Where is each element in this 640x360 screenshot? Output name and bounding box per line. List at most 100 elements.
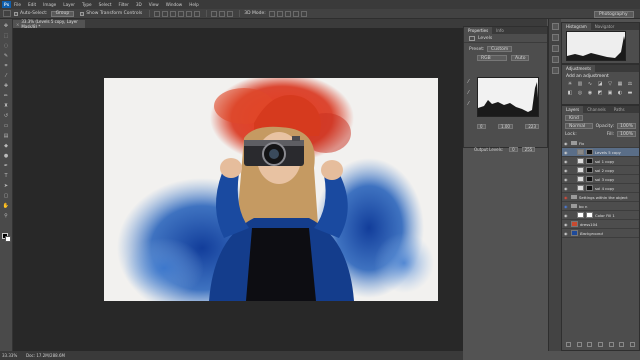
dodge-tool-icon[interactable]: ● (3, 152, 10, 159)
3d-slide-icon[interactable] (292, 10, 299, 17)
visibility-icon[interactable]: ◉ (564, 231, 569, 236)
layer-style-icon[interactable] (576, 342, 582, 347)
crop-tool-icon[interactable]: ⌗ (3, 62, 10, 69)
history-panel-icon[interactable] (551, 23, 559, 30)
menu-help[interactable]: Help (189, 2, 199, 7)
clone-stamp-tool-icon[interactable]: ♜ (3, 102, 10, 109)
zoom-level[interactable]: 33.33% (2, 353, 20, 358)
input-black-field[interactable]: 0 (477, 124, 486, 129)
opacity-field[interactable]: 100% (617, 123, 636, 129)
align-center-icon[interactable] (186, 10, 193, 17)
marquee-tool-icon[interactable]: ⬚ (3, 32, 10, 39)
gradient-tool-icon[interactable]: ▤ (3, 132, 10, 139)
visibility-icon[interactable]: ◉ (564, 204, 569, 209)
black-point-eyedropper-icon[interactable]: ⁄ (468, 79, 473, 85)
move-tool-icon[interactable] (3, 10, 11, 17)
menu-image[interactable]: Image (43, 2, 56, 7)
layer-row[interactable]: ◉ Settings within the object (562, 193, 639, 202)
document-tab[interactable]: × 33.3% (Levels 5 copy, Layer Mask/8) * (13, 19, 85, 29)
healing-tool-icon[interactable]: ✚ (3, 82, 10, 89)
output-white-field[interactable]: 255 (521, 147, 536, 152)
3d-rotate-icon[interactable] (268, 10, 275, 17)
quick-select-tool-icon[interactable]: ✎ (3, 52, 10, 59)
layer-row[interactable]: ◉ sol 1 copy (562, 157, 639, 166)
visibility-icon[interactable]: ◉ (564, 159, 569, 164)
curves-icon[interactable]: ∿ (586, 81, 594, 88)
3d-roll-icon[interactable] (276, 10, 283, 17)
tab-channels[interactable]: Channels (583, 106, 610, 113)
distribute-icon[interactable] (211, 10, 218, 17)
vibrance-icon[interactable]: ▽ (606, 81, 614, 88)
new-group-icon[interactable] (608, 342, 614, 347)
brush-panel-icon[interactable] (551, 45, 559, 52)
preset-dropdown[interactable]: Custom (487, 46, 513, 52)
visibility-icon[interactable]: ◉ (564, 222, 569, 227)
eyedropper-tool-icon[interactable]: ⁄ (3, 72, 10, 79)
menu-view[interactable]: View (149, 2, 159, 7)
tab-info[interactable]: Info (492, 27, 508, 34)
levels-icon[interactable]: ▥ (576, 81, 584, 88)
tab-properties[interactable]: Properties (464, 27, 493, 34)
link-layers-icon[interactable] (565, 342, 571, 347)
layer-mask-thumbnail[interactable] (586, 212, 593, 218)
gradient-map-icon[interactable]: ▬ (626, 90, 634, 97)
layer-row-selected[interactable]: ◉ Levels 5 copy (562, 148, 639, 157)
align-top-icon[interactable] (154, 10, 161, 17)
3d-scale-icon[interactable] (300, 10, 307, 17)
output-black-field[interactable]: 0 (509, 147, 518, 152)
layer-row[interactable]: ◉ sol 3 copy (562, 175, 639, 184)
layer-mask-thumbnail[interactable] (586, 167, 593, 173)
canvas-area[interactable] (13, 28, 463, 351)
layer-mask-thumbnail[interactable] (586, 176, 593, 182)
visibility-icon[interactable]: ◉ (564, 150, 569, 155)
auto-select-dropdown[interactable]: Group (50, 10, 75, 17)
lasso-tool-icon[interactable]: ◌ (3, 42, 10, 49)
blend-mode-dropdown[interactable]: Normal (565, 123, 593, 129)
history-brush-tool-icon[interactable]: ↺ (3, 112, 10, 119)
add-mask-icon[interactable] (587, 342, 593, 347)
layer-mask-thumbnail[interactable] (586, 185, 593, 191)
visibility-icon[interactable]: ◉ (564, 186, 569, 191)
menu-file[interactable]: File (14, 2, 21, 7)
layer-kind-dropdown[interactable]: Kind (565, 115, 583, 121)
photo-filter-icon[interactable]: ◎ (576, 90, 584, 97)
document-size[interactable]: Doc: 17.2M/288.6M (26, 353, 65, 358)
eraser-tool-icon[interactable]: ▭ (3, 122, 10, 129)
invert-icon[interactable]: ◩ (596, 90, 604, 97)
menu-3d[interactable]: 3D (136, 2, 142, 7)
layer-row[interactable]: ◉ sol 2 copy (562, 166, 639, 175)
layer-mask-thumbnail[interactable] (586, 158, 593, 164)
hand-tool-icon[interactable]: ✋ (3, 202, 10, 209)
auto-button[interactable]: Auto (511, 55, 530, 61)
type-tool-icon[interactable]: T (3, 172, 10, 179)
character-panel-icon[interactable] (551, 56, 559, 63)
background-color-swatch[interactable] (5, 236, 11, 242)
channel-dropdown[interactable]: RGB (477, 55, 507, 61)
posterize-icon[interactable]: ▣ (606, 90, 614, 97)
visibility-icon[interactable]: ◉ (564, 177, 569, 182)
new-layer-icon[interactable] (619, 342, 625, 347)
pen-tool-icon[interactable]: ✒ (3, 162, 10, 169)
adjustment-layer-icon[interactable] (597, 342, 603, 347)
channel-mixer-icon[interactable]: ◉ (586, 90, 594, 97)
layer-row[interactable]: ◉ dress104 (562, 220, 639, 229)
menu-window[interactable]: Window (166, 2, 183, 7)
brightness-icon[interactable]: ☀ (566, 81, 574, 88)
distribute-icon[interactable] (219, 10, 226, 17)
blur-tool-icon[interactable]: ◆ (3, 142, 10, 149)
hue-saturation-icon[interactable]: ▦ (616, 81, 624, 88)
document-artwork[interactable] (104, 78, 438, 301)
tab-layers[interactable]: Layers (562, 106, 584, 113)
menu-type[interactable]: Type (82, 2, 92, 7)
shape-tool-icon[interactable]: ▢ (3, 192, 10, 199)
layer-mask-thumbnail[interactable] (586, 149, 593, 155)
zoom-tool-icon[interactable]: ⚲ (3, 212, 10, 219)
workspace-switcher[interactable]: Photography (594, 10, 634, 18)
align-left-icon[interactable] (178, 10, 185, 17)
3d-pan-icon[interactable] (284, 10, 291, 17)
levels-histogram[interactable] (477, 77, 539, 117)
layer-row[interactable]: ◉ Fix (562, 139, 639, 148)
threshold-icon[interactable]: ◐ (616, 90, 624, 97)
close-icon[interactable]: × (16, 22, 19, 27)
visibility-icon[interactable]: ◉ (564, 141, 569, 146)
